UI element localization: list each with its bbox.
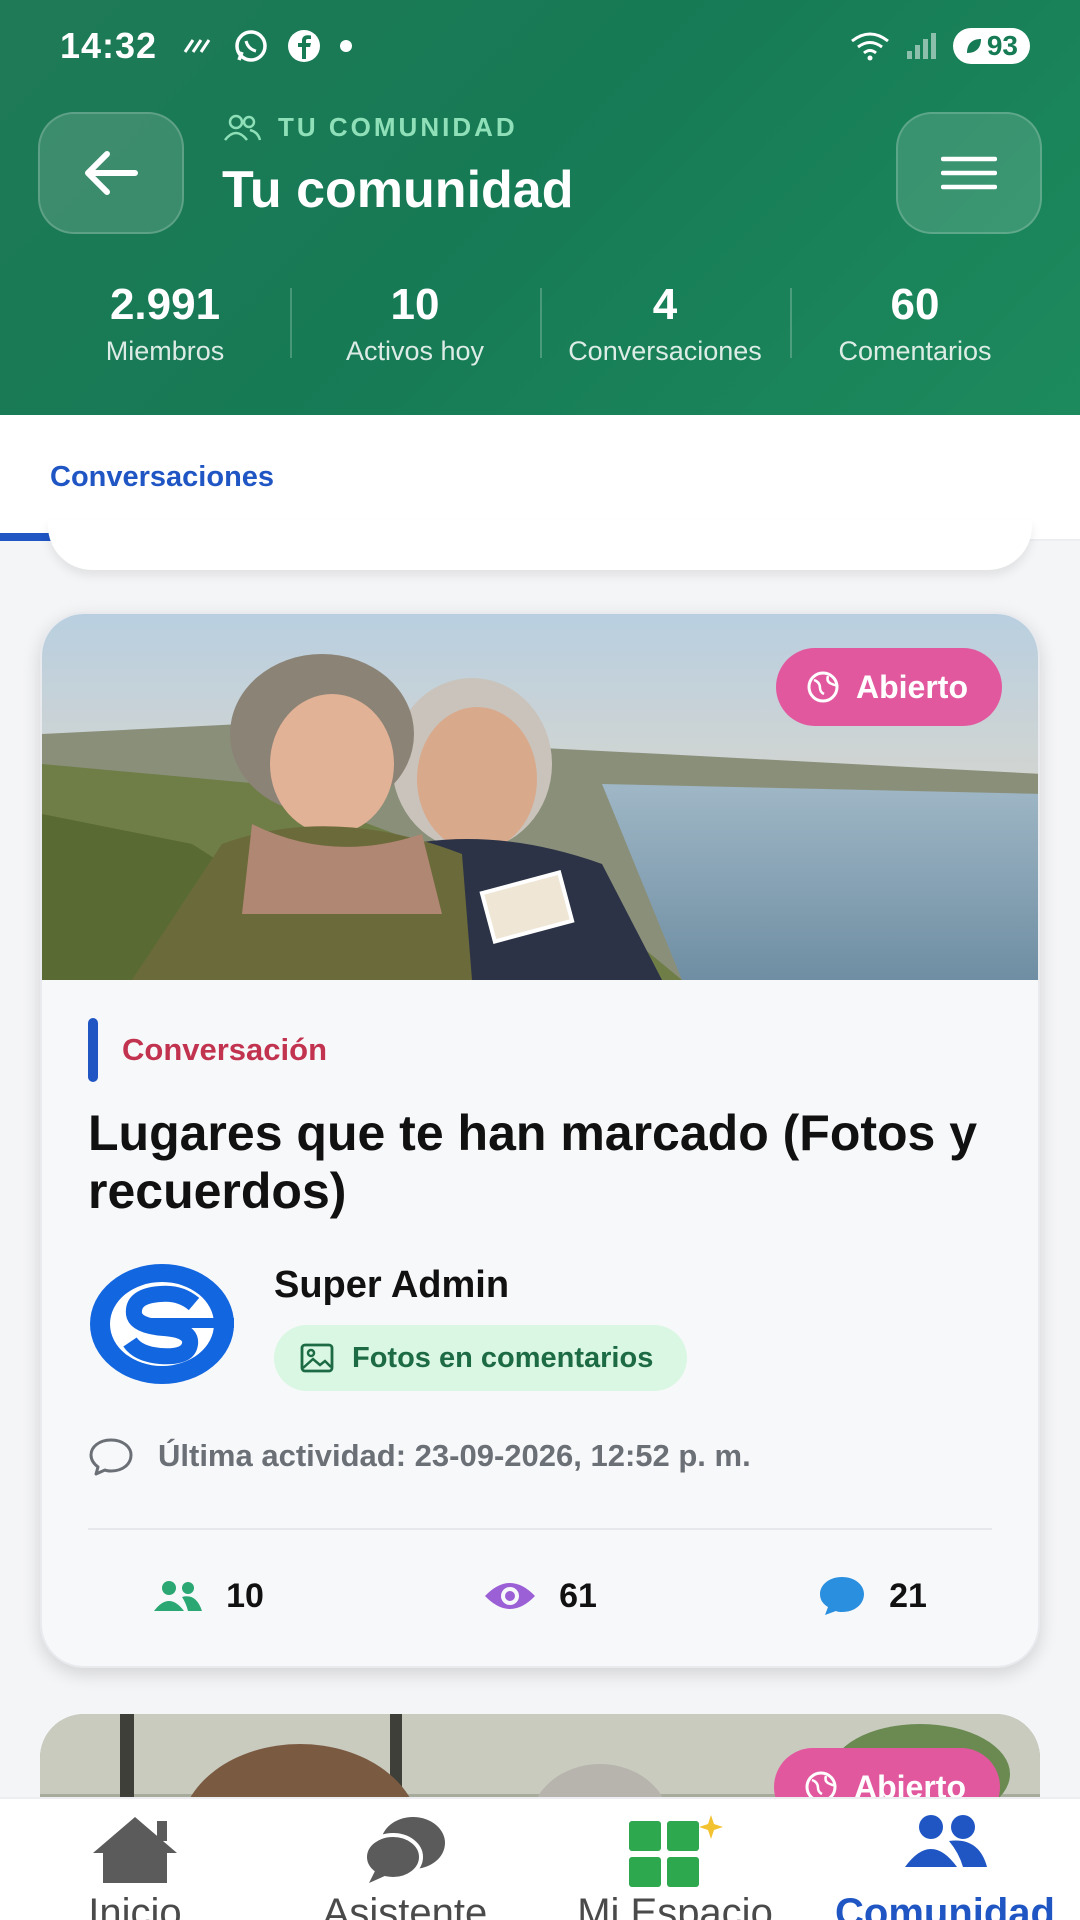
stat-value: 60 xyxy=(890,280,940,329)
participants-count: 10 xyxy=(226,1576,264,1615)
type-accent-bar xyxy=(88,1018,98,1082)
card-photo: Abierto xyxy=(42,614,1038,980)
photos-chip: Fotos en comentarios xyxy=(274,1325,688,1391)
nav-comunidad[interactable]: Comunidad xyxy=(810,1799,1080,1920)
hamburger-icon xyxy=(941,156,997,190)
notification-dot-icon xyxy=(340,40,353,52)
author-name: Super Admin xyxy=(274,1264,510,1306)
stats-row: 2.991 Miembros 10 Activos hoy 4 Conversa… xyxy=(40,280,1040,367)
eye-icon xyxy=(485,1583,536,1609)
eyebrow-text: TU COMUNIDAD xyxy=(278,112,518,142)
metric-participants: 10 xyxy=(42,1574,374,1618)
comments-count: 21 xyxy=(889,1576,927,1615)
nav-label: Mi Espacio xyxy=(577,1891,773,1920)
header: 14:32 93 TU COMUNIDAD Tu comunidad 2.991 xyxy=(0,0,1080,415)
people-icon xyxy=(154,1581,203,1611)
metric-views: 61 xyxy=(374,1574,706,1618)
grid-sparkle-icon xyxy=(629,1815,723,1887)
globe-icon xyxy=(807,671,839,703)
views-count: 61 xyxy=(559,1576,597,1615)
leaf-icon xyxy=(966,39,981,53)
status-badge: Abierto xyxy=(776,648,1002,726)
tab-label: Conversaciones xyxy=(50,461,275,493)
nav-label: Asistente xyxy=(322,1891,488,1920)
comment-filled-icon xyxy=(820,1577,865,1615)
activity-text: Última actividad: 23-09-2026, 12:52 p. m… xyxy=(158,1438,751,1473)
bottom-nav: Inicio Asistente Mi Espacio Comunidad xyxy=(0,1797,1080,1920)
stat-label: Miembros xyxy=(105,336,225,366)
author-block: Super Admin Fotos en comentarios xyxy=(88,1262,688,1391)
comment-outline-icon xyxy=(89,1438,133,1476)
stat-value: 2.991 xyxy=(109,280,221,329)
header-eyebrow: TU COMUNIDAD xyxy=(222,112,518,143)
people-outline-icon xyxy=(224,114,262,141)
whatsapp-icon xyxy=(235,30,267,62)
stat-members: 2.991 Miembros xyxy=(40,280,290,367)
home-icon xyxy=(93,1817,177,1883)
metric-comments: 21 xyxy=(706,1574,1038,1618)
chat-bubbles-icon xyxy=(363,1817,445,1883)
cell-signal-icon xyxy=(906,33,936,59)
nav-mi-espacio[interactable]: Mi Espacio xyxy=(540,1799,810,1920)
people-icon xyxy=(905,1815,987,1867)
card-metrics: 10 61 21 xyxy=(42,1574,1038,1618)
battery-level: 93 xyxy=(986,30,1018,61)
type-label: Conversación xyxy=(122,1032,328,1067)
page-title: Tu comunidad xyxy=(222,161,574,219)
last-activity: Última actividad: 23-09-2026, 12:52 p. m… xyxy=(88,1436,751,1476)
chip-label: Fotos en comentarios xyxy=(352,1341,654,1374)
stat-label: Conversaciones xyxy=(568,336,762,366)
nav-label: Comunidad xyxy=(835,1891,1055,1920)
menu-button[interactable] xyxy=(896,112,1042,234)
nav-asistente[interactable]: Asistente xyxy=(270,1799,540,1920)
stat-comments: 60 Comentarios xyxy=(790,280,1040,367)
back-button[interactable] xyxy=(38,112,184,234)
stat-label: Activos hoy xyxy=(345,336,485,366)
battery-indicator: 93 xyxy=(952,28,1030,64)
badge-label: Abierto xyxy=(856,668,968,705)
nav-inicio[interactable]: Inicio xyxy=(0,1799,270,1920)
stat-value: 4 xyxy=(652,280,678,329)
divider xyxy=(88,1528,992,1530)
conversation-type: Conversación xyxy=(88,1018,327,1082)
stat-conversations: 4 Conversaciones xyxy=(540,280,790,367)
signal-lines-icon xyxy=(183,39,211,53)
nav-label: Inicio xyxy=(88,1891,182,1920)
arrow-left-icon xyxy=(85,151,138,195)
stat-label: Comentarios xyxy=(838,336,992,366)
previous-card-edge xyxy=(48,520,1032,570)
image-icon xyxy=(300,1343,334,1373)
stat-active-today: 10 Activos hoy xyxy=(290,280,540,367)
conversation-card[interactable]: Abierto Conversación Lugares que te han … xyxy=(40,612,1040,1668)
status-time: 14:32 xyxy=(60,25,158,66)
status-bar: 14:32 93 xyxy=(60,22,1030,70)
card-title[interactable]: Lugares que te han marcado (Fotos y recu… xyxy=(88,1104,988,1220)
wifi-icon xyxy=(850,32,889,61)
avatar xyxy=(90,1264,234,1384)
facebook-icon xyxy=(288,30,321,62)
stat-value: 10 xyxy=(390,280,440,329)
